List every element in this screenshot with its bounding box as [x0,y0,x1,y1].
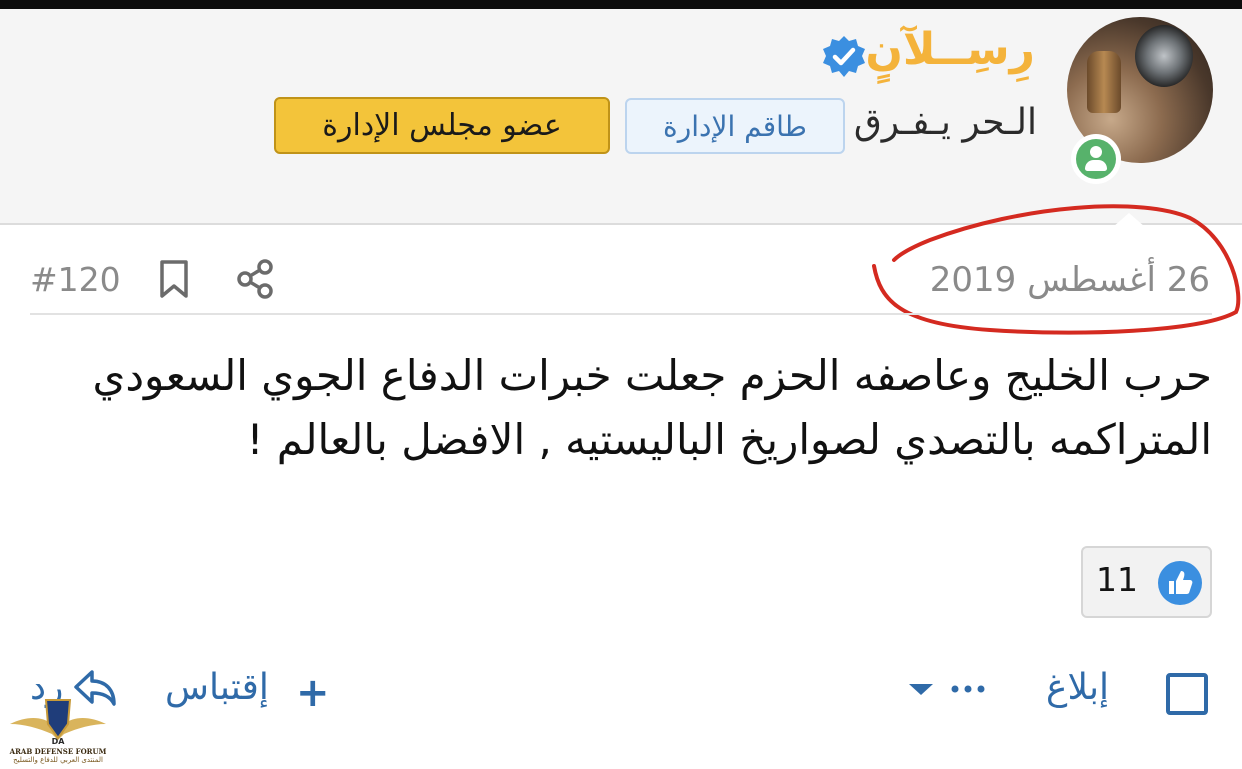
post-body: حرب الخليج وعاصفه الحزم جعلت خبرات الدفا… [92,351,1212,464]
avatar-wheel [1135,25,1193,87]
watermark-english-text: ARAB DEFENSE FORUM [9,747,107,756]
eagle-emblem-icon: DA [10,699,106,746]
author-username[interactable]: رِسِــلآنٍ [865,24,1035,75]
post-header-divider [30,313,1212,315]
watermark-arabic-text: المنتدى العربي للدفاع والتسليح [13,756,103,764]
badge-board-member: عضو مجلس الإدارة [274,97,610,154]
verified-badge-icon [823,36,865,77]
post-number[interactable]: #120 [30,260,121,299]
select-post-checkbox[interactable] [1166,673,1208,715]
quote-button[interactable]: إقتباس [165,667,269,708]
author-panel [0,9,1242,225]
share-icon[interactable] [236,259,274,299]
badge-staff: طاقم الإدارة [625,98,845,154]
plus-icon: + [296,670,330,716]
bookmark-icon[interactable] [158,259,190,299]
reaction-count: 11 [1096,560,1138,599]
forum-watermark-logo: DA ARAB DEFENSE FORUM المنتدى العربي للد… [8,694,108,766]
red-circle-annotation [872,204,1241,335]
author-user-title: الـحر يـفـرق [853,102,1037,143]
svg-text:DA: DA [52,737,66,746]
more-options-icon[interactable] [905,676,991,702]
online-status-icon [1071,134,1121,184]
report-button[interactable]: إبلاغ [1046,667,1109,708]
avatar-coffee-pot [1087,51,1121,113]
top-strip [0,0,1242,9]
like-reaction-icon [1158,561,1202,605]
